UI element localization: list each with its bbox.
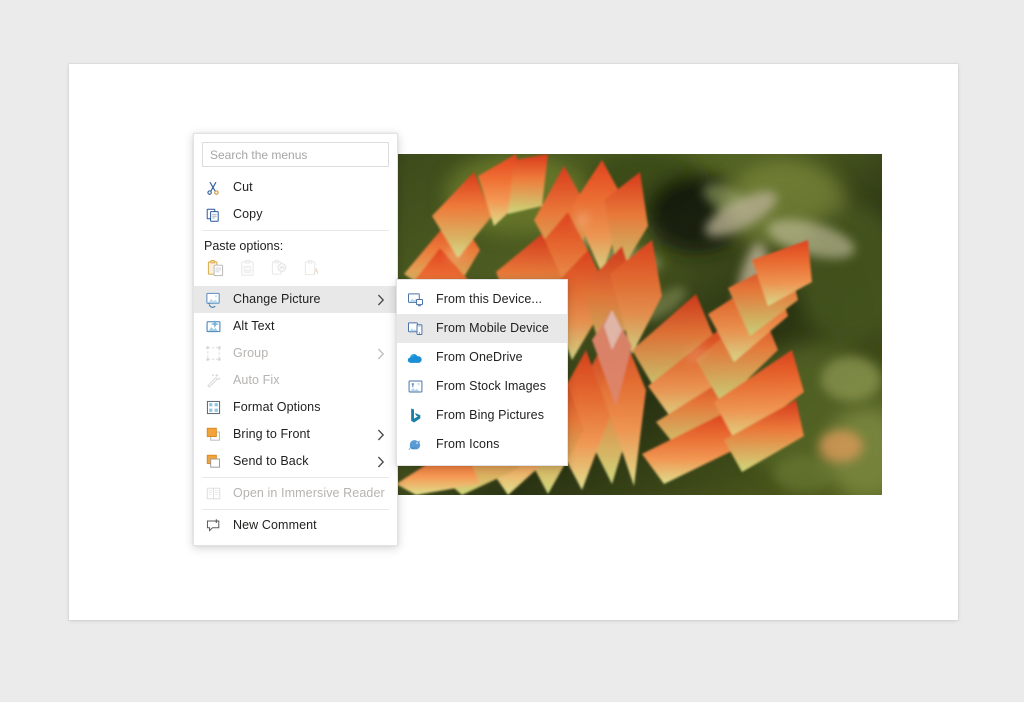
picture-device-icon [406,291,424,309]
submenu-item-from-stock-images[interactable]: From Stock Images [397,372,567,401]
format-options-icon [204,399,222,417]
menu-item-label: Auto Fix [233,373,280,388]
submenu-item-label: From Bing Pictures [436,408,545,423]
menu-item-label: Open in Immersive Reader [233,486,385,501]
submenu-item-label: From Icons [436,437,500,452]
submenu-item-from-bing-pictures[interactable]: From Bing Pictures [397,401,567,430]
menu-item-label: New Comment [233,518,317,533]
scissors-icon [204,179,222,197]
menu-separator [202,477,389,478]
clipboard-text-only-icon: A [300,257,322,279]
change-picture-icon [204,291,222,309]
menu-item-label: Send to Back [233,454,309,469]
clipboard-source-formatting-icon[interactable] [204,257,226,279]
menu-item-change-picture[interactable]: Change Picture [194,286,397,313]
mobile-device-icon [406,320,424,338]
auto-fix-icon [204,372,222,390]
bring-to-front-icon [204,426,222,444]
chevron-right-icon [375,348,387,360]
menu-item-format-options[interactable]: Format Options [194,394,397,421]
submenu-item-label: From Mobile Device [436,321,549,336]
menu-item-label: Format Options [233,400,321,415]
submenu-item-from-icons[interactable]: From Icons [397,430,567,459]
search-input[interactable] [202,142,389,167]
chevron-right-icon [375,456,387,468]
menu-item-label: Copy [233,207,263,222]
menu-separator [202,509,389,510]
alt-text-icon [204,318,222,336]
context-menu[interactable]: Cut Copy Paste options: [193,133,398,546]
submenu-item-from-onedrive[interactable]: From OneDrive [397,343,567,372]
menu-item-send-to-back[interactable]: Send to Back [194,448,397,475]
icons-bird-icon [406,436,424,454]
menu-item-label: Alt Text [233,319,275,334]
menu-item-cut[interactable]: Cut [194,174,397,201]
menu-item-label: Cut [233,180,253,195]
paste-options-label: Paste options: [204,239,284,253]
paste-options-row: A [194,255,397,286]
menu-item-label: Change Picture [233,292,321,307]
submenu-item-label: From Stock Images [436,379,547,394]
screen-root: Cut Copy Paste options: [0,0,1024,702]
change-picture-submenu[interactable]: From this Device... From Mobile Device F… [396,279,568,466]
submenu-item-label: From OneDrive [436,350,523,365]
bing-icon [406,407,424,425]
submenu-item-label: From this Device... [436,292,543,307]
menu-item-copy[interactable]: Copy [194,201,397,228]
menu-item-label: Group [233,346,269,361]
new-comment-icon [204,517,222,535]
menu-item-open-in-immersive-reader[interactable]: Open in Immersive Reader [194,480,397,507]
send-to-back-icon [204,453,222,471]
submenu-item-from-mobile-device[interactable]: From Mobile Device [397,314,567,343]
clipboard-picture-icon [236,257,258,279]
menu-item-new-comment[interactable]: New Comment [194,512,397,539]
menu-item-auto-fix[interactable]: Auto Fix [194,367,397,394]
onedrive-cloud-icon [406,349,424,367]
immersive-reader-icon [204,485,222,503]
menu-item-bring-to-front[interactable]: Bring to Front [194,421,397,448]
chevron-right-icon [375,294,387,306]
svg-text:A: A [313,266,319,275]
submenu-item-from-this-device[interactable]: From this Device... [397,285,567,314]
group-icon [204,345,222,363]
chevron-right-icon [375,429,387,441]
clipboard-merge-formatting-icon [268,257,290,279]
menu-item-alt-text[interactable]: Alt Text [194,313,397,340]
menu-item-label: Bring to Front [233,427,311,442]
copy-icon [204,206,222,224]
search-the-menus-container [194,134,397,174]
stock-images-icon [406,378,424,396]
menu-separator [202,230,389,231]
menu-item-group[interactable]: Group [194,340,397,367]
